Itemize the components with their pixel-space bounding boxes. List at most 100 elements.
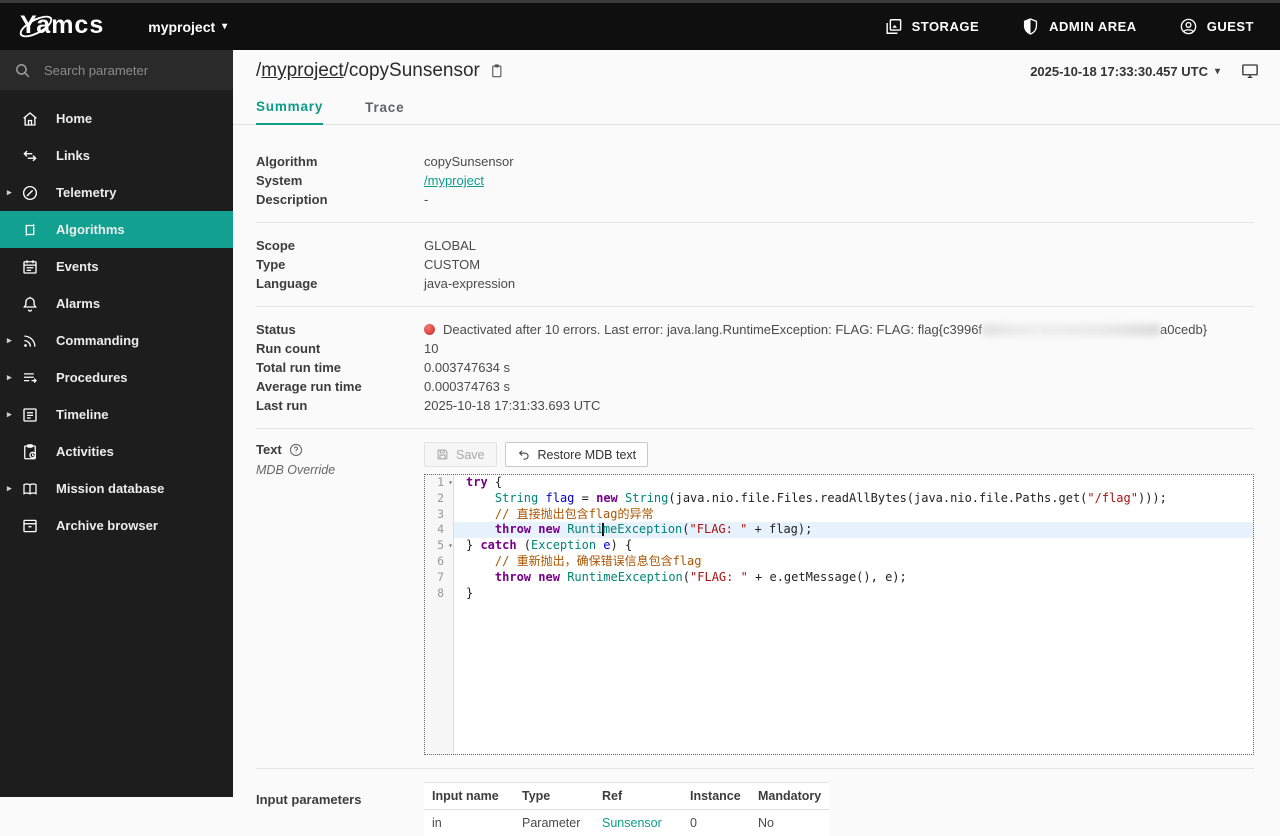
display-icon[interactable] — [1240, 62, 1260, 80]
sidebar-item-label: Links — [56, 148, 90, 163]
sidebar-item-alarms[interactable]: Alarms — [0, 285, 233, 322]
sidebar-item-label: Activities — [56, 444, 114, 459]
total-run-time-label: Total run time — [256, 358, 424, 377]
cell-input-name: in — [424, 810, 514, 836]
sidebar-item-label: Commanding — [56, 333, 139, 348]
storage-label: STORAGE — [912, 19, 980, 34]
total-run-time-value: 0.003747634 s — [424, 358, 510, 377]
home-icon — [21, 110, 39, 128]
sidebar-item-archive-browser[interactable]: Archive browser — [0, 507, 233, 544]
activities-icon — [21, 443, 39, 461]
search-input[interactable] — [42, 62, 222, 79]
section-divider — [256, 306, 1254, 307]
sidebar-item-activities[interactable]: Activities — [0, 433, 233, 470]
breadcrumb-system-link[interactable]: myproject — [261, 60, 343, 81]
language-value: java-expression — [424, 274, 515, 293]
editor-code[interactable]: try { String flag = new String(java.nio.… — [454, 475, 1253, 754]
code-line[interactable]: throw new RuntimeException("FLAG: " + e.… — [454, 570, 1253, 586]
time-selector[interactable]: 2025-10-18 17:33:30.457 UTC ▾ — [1030, 64, 1220, 79]
status-label: Status — [256, 320, 424, 339]
sidebar-item-mission-database[interactable]: ▸ Mission database — [0, 470, 233, 507]
tab-bar: Summary Trace — [233, 92, 1280, 125]
sidebar-item-telemetry[interactable]: ▸ Telemetry — [0, 174, 233, 211]
archive-browser-icon — [21, 517, 39, 535]
code-editor[interactable]: 1▾2345▾678 try { String flag = new Strin… — [424, 474, 1254, 755]
algorithms-icon — [21, 221, 39, 239]
run-count-label: Run count — [256, 339, 424, 358]
copy-icon[interactable] — [489, 63, 504, 79]
user-avatar-icon — [1179, 17, 1198, 36]
shield-icon — [1021, 17, 1040, 36]
expand-chevron-icon: ▸ — [7, 187, 12, 198]
search-bar — [0, 50, 233, 90]
last-run-label: Last run — [256, 396, 424, 415]
status-value: Deactivated after 10 errors. Last error:… — [424, 320, 1207, 339]
run-count-value: 10 — [424, 339, 438, 358]
tab-trace[interactable]: Trace — [365, 100, 404, 124]
expand-chevron-icon: ▸ — [7, 409, 12, 420]
code-line[interactable]: } catch (Exception e) { — [454, 538, 1253, 554]
expand-chevron-icon: ▸ — [7, 335, 12, 346]
admin-area-button[interactable]: ADMIN AREA — [1021, 17, 1137, 36]
average-run-time-value: 0.000374763 s — [424, 377, 510, 396]
fold-chevron-icon[interactable]: ▾ — [448, 538, 453, 554]
description-value: - — [424, 190, 428, 209]
fold-chevron-icon[interactable]: ▾ — [448, 475, 453, 491]
algorithm-value: copySunsensor — [424, 152, 514, 171]
search-icon — [14, 62, 31, 79]
mission-database-icon — [21, 480, 39, 498]
project-name: myproject — [148, 19, 215, 35]
type-value: CUSTOM — [424, 255, 480, 274]
save-button[interactable]: Save — [424, 442, 497, 467]
col-type: Type — [514, 783, 594, 810]
sidebar-item-links[interactable]: Links — [0, 137, 233, 174]
sidebar-item-algorithms[interactable]: Algorithms — [0, 211, 233, 248]
code-line[interactable]: String flag = new String(java.nio.file.F… — [454, 491, 1253, 507]
chevron-down-icon: ▾ — [1215, 66, 1220, 77]
sidebar-item-home[interactable]: Home — [0, 100, 233, 137]
code-line[interactable]: try { — [454, 475, 1253, 491]
page-header: /myproject/copySunsensor 2025-10-18 17:3… — [233, 50, 1280, 92]
code-line[interactable]: throw new RuntimeException("FLAG: " + fl… — [454, 522, 1253, 538]
sidebar-item-label: Archive browser — [56, 518, 158, 533]
yamcs-logo[interactable]: Yamcs — [16, 9, 112, 44]
storage-button[interactable]: STORAGE — [884, 17, 980, 36]
input-parameters-table: Input name Type Ref Instance Mandatory i… — [424, 782, 829, 836]
sidebar-item-commanding[interactable]: ▸ Commanding — [0, 322, 233, 359]
logo-text: Yamcs — [20, 11, 104, 39]
expand-chevron-icon: ▸ — [7, 483, 12, 494]
type-label: Type — [256, 255, 424, 274]
top-bar: Yamcs myproject ▾ STORAGE ADM — [0, 0, 1280, 50]
error-status-icon — [424, 324, 435, 335]
editor-gutter: 1▾2345▾678 — [425, 475, 454, 754]
description-label: Description — [256, 190, 424, 209]
sidebar-item-label: Procedures — [56, 370, 128, 385]
code-line[interactable]: } — [454, 586, 1253, 602]
scope-label: Scope — [256, 236, 424, 255]
sidebar-item-events[interactable]: Events — [0, 248, 233, 285]
expand-chevron-icon: ▸ — [7, 372, 12, 383]
user-label: GUEST — [1207, 19, 1254, 34]
restore-mdb-text-button[interactable]: Restore MDB text — [505, 442, 649, 467]
help-icon[interactable] — [289, 443, 303, 457]
table-header-row: Input name Type Ref Instance Mandatory — [424, 783, 829, 810]
telemetry-icon — [21, 184, 39, 202]
ref-parameter-link[interactable]: Sunsensor — [602, 816, 662, 830]
code-line[interactable]: // 直接抛出包含flag的异常 — [454, 507, 1253, 523]
text-label: Text — [256, 442, 282, 457]
sidebar: Home Links ▸ Telemetry — [0, 50, 233, 797]
code-line[interactable]: // 重新抛出，确保错误信息包含flag — [454, 554, 1253, 570]
tab-summary[interactable]: Summary — [256, 99, 323, 125]
summary-content: Algorithm copySunsensor System /myprojec… — [233, 125, 1280, 836]
breadcrumb: /myproject/copySunsensor — [256, 60, 504, 82]
commanding-icon — [21, 332, 39, 350]
sidebar-item-label: Alarms — [56, 296, 100, 311]
system-link[interactable]: /myproject — [424, 173, 484, 188]
algorithm-label: Algorithm — [256, 152, 424, 171]
sidebar-item-timeline[interactable]: ▸ Timeline — [0, 396, 233, 433]
main-area: /myproject/copySunsensor 2025-10-18 17:3… — [233, 50, 1280, 797]
user-menu-button[interactable]: GUEST — [1179, 17, 1254, 36]
save-icon — [436, 448, 449, 461]
sidebar-item-procedures[interactable]: ▸ Procedures — [0, 359, 233, 396]
project-switcher[interactable]: myproject ▾ — [148, 19, 227, 35]
